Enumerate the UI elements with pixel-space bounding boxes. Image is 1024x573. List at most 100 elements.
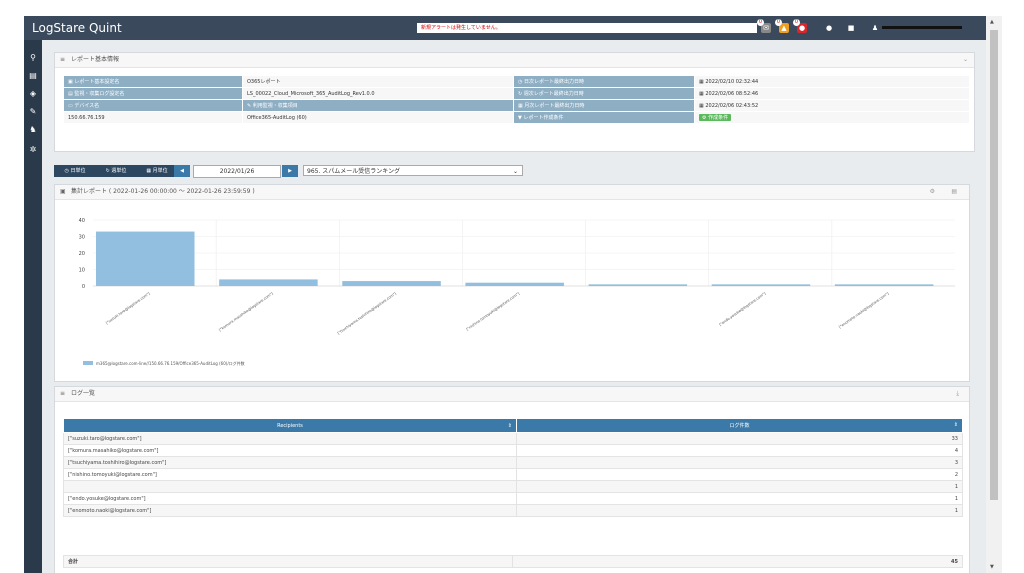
report-select[interactable]: 965. スパムメール受信ランキング ⌄ xyxy=(303,165,523,176)
gear-icon[interactable]: ✲ xyxy=(27,144,39,156)
log-table: Recipients ⇕ ログ件数 ⇕ ["suzuki.taro@logstare… xyxy=(63,418,963,517)
alert-icon[interactable]: ● 0 xyxy=(793,19,807,33)
sort-icon: ⇕ xyxy=(953,422,958,428)
gear-icon[interactable]: ⚙ xyxy=(930,185,935,199)
bar xyxy=(465,282,564,286)
x-tick-label: ["suzuki.taro@logstare.com"] xyxy=(105,291,151,325)
wrench-icon[interactable]: ✎ xyxy=(27,106,39,118)
legend-label: m365@logstare.com-line//150.66.76.159/Of… xyxy=(96,360,245,366)
info-label: ▼ レポート作成条件 xyxy=(513,111,695,124)
info-value: 150.66.76.159 xyxy=(63,111,243,124)
panel-header: ▣ 集計レポート ( 2022-01-26 00:00:00 ～ 2022-01… xyxy=(55,185,969,200)
info-label: ▤ 監視・収集ログ設定名 xyxy=(63,87,243,100)
table-row: ["komura.masahiko@logstare.com"] 4 xyxy=(63,444,963,457)
user-name-masked[interactable] xyxy=(882,26,962,29)
y-tick-label: 30 xyxy=(79,235,85,241)
bar xyxy=(834,284,934,286)
scroll-thumb[interactable] xyxy=(990,30,998,500)
chat-icon[interactable]: ■ xyxy=(846,23,856,33)
info-value: Office365-AuditLog (60) xyxy=(242,111,514,124)
info-value: ▦ 2022/02/06 08:52:46 xyxy=(694,87,970,100)
image-icon: ▣ xyxy=(60,188,66,195)
log-list-panel: ≡ ログ一覧 ⤓ Recipients ⇕ ログ件数 ⇕ ["suzuki.taro… xyxy=(54,386,970,573)
info-value: ▦ 2022/02/06 02:43:52 xyxy=(694,99,970,112)
export-icon[interactable]: ▤ xyxy=(951,185,957,199)
menu-icon: ≡ xyxy=(60,390,66,397)
chevron-down-icon[interactable]: ⌄ xyxy=(963,53,968,67)
top-bar: LogStare Quint 新規アラートは発生していません。 ✉ 0 ▲ 0 ● 0… xyxy=(24,16,986,40)
next-date-button[interactable]: ▶ xyxy=(282,165,298,177)
info-label: ↻ 週次レポート最終出力日時 xyxy=(513,87,695,100)
chevron-down-icon: ⌄ xyxy=(512,168,518,175)
x-tick-label: ["komura.masahiko@logstare.com"] xyxy=(218,291,274,332)
summary-panel: ▣ 集計レポート ( 2022-01-26 00:00:00 ～ 2022-01… xyxy=(54,184,970,382)
warning-icon[interactable]: ▲ 0 xyxy=(775,19,789,33)
panel-title: ログ一覧 xyxy=(71,390,96,397)
info-label: ◷ 日次レポート最終出力日時 xyxy=(513,75,695,88)
badge-count: 0 xyxy=(757,19,764,26)
mail-icon[interactable]: ✉ 0 xyxy=(757,19,771,33)
y-tick-label: 10 xyxy=(79,268,85,274)
total-row: 合計 45 xyxy=(63,555,963,568)
panel-header: ≡ ログ一覧 ⤓ xyxy=(55,387,969,402)
shield-icon[interactable]: ◈ xyxy=(27,88,39,100)
bar xyxy=(711,284,811,286)
bar-chart: 0 10 20 30 40 ["suzuki.taro@logstare.com"] ["k… xyxy=(79,218,955,366)
chart-icon[interactable]: ▤ xyxy=(27,70,39,82)
table-row: 1 xyxy=(63,480,963,493)
bar xyxy=(219,279,318,286)
scroll-up-icon[interactable]: ▲ xyxy=(990,19,994,25)
bar xyxy=(96,231,195,286)
info-value: O365レポート xyxy=(242,75,514,88)
app-title[interactable]: LogStare Quint xyxy=(32,21,122,35)
basic-info-panel: ≡ レポート基本情報 ⌄ ▣ レポート基本設定名 O365レポート ◷ 日次レポ… xyxy=(54,52,975,152)
table-row: ["endo.yosuke@logstare.com"] 1 xyxy=(63,492,963,505)
info-icon[interactable]: ● xyxy=(824,23,834,33)
bar xyxy=(588,284,688,286)
menu-icon: ≡ xyxy=(60,56,66,63)
x-tick-label: ["endo.yosuke@logstare.com"] xyxy=(718,291,766,327)
panel-header: ≡ レポート基本情報 ⌄ xyxy=(55,53,974,68)
panel-title: レポート基本情報 xyxy=(71,56,120,63)
badge-count: 0 xyxy=(775,19,782,26)
info-value: LS_00022_Cloud_Microsoft_365_AuditLog_Re… xyxy=(242,87,514,100)
scroll-down-icon[interactable]: ▼ xyxy=(990,564,994,570)
app-window: LogStare Quint 新規アラートは発生していません。 ✉ 0 ▲ 0 ● 0… xyxy=(24,16,1002,573)
prev-date-button[interactable]: ◀ xyxy=(174,165,190,177)
users-icon[interactable]: ♞ xyxy=(27,124,39,136)
alert-message[interactable]: 新規アラートは発生していません。 xyxy=(417,23,757,33)
badge-count: 0 xyxy=(793,19,800,26)
panel-title: 集計レポート ( 2022-01-26 00:00:00 ～ 2022-01-2… xyxy=(71,188,255,195)
column-header-count[interactable]: ログ件数 ⇕ xyxy=(516,418,963,433)
total-value: 45 xyxy=(512,555,963,568)
legend-swatch xyxy=(83,361,93,365)
weekly-button[interactable]: ↻ 週単位 xyxy=(96,165,136,177)
monthly-button[interactable]: ▦ 月単位 xyxy=(137,165,177,177)
x-tick-label: ["enomoto.naoki@logstare.com"] xyxy=(838,291,890,329)
sort-icon: ⇕ xyxy=(507,422,512,429)
y-tick-label: 0 xyxy=(82,284,85,290)
download-icon[interactable]: ⤓ xyxy=(956,387,959,401)
scrollbar[interactable]: ▲ ▼ xyxy=(986,16,1002,573)
bar xyxy=(342,281,441,286)
info-label: ▦ 月次レポート最終出力日時 xyxy=(513,99,695,112)
daily-button[interactable]: ◷ 日単位 xyxy=(56,165,94,177)
info-value: ⚙ 作成条件 xyxy=(694,111,970,124)
user-icon[interactable]: ♟ xyxy=(870,23,880,33)
column-header-recipients[interactable]: Recipients ⇕ xyxy=(63,418,517,433)
date-input[interactable]: 2022/01/26 xyxy=(193,165,281,178)
basic-info-table: ▣ レポート基本設定名 O365レポート ◷ 日次レポート最終出力日時 ▦ 20… xyxy=(63,75,970,124)
table-row: ["tsuchiyama.toshihiro@logstare.com"] 3 xyxy=(63,456,963,469)
search-icon[interactable]: ⚲ xyxy=(27,52,39,64)
info-label: ▭ デバイス名 xyxy=(63,99,243,112)
table-row: ["suzuki.taro@logstare.com"] 33 xyxy=(63,432,963,445)
condition-button[interactable]: ⚙ 作成条件 xyxy=(699,114,732,121)
info-label: ✎ 利用監視・収集項目 xyxy=(242,99,514,112)
y-tick-label: 20 xyxy=(79,251,85,257)
total-table: 合計 45 xyxy=(63,555,963,568)
y-tick-label: 40 xyxy=(79,218,85,224)
info-label: ▣ レポート基本設定名 xyxy=(63,75,243,88)
total-label: 合計 xyxy=(63,555,513,568)
info-value: ▦ 2022/02/10 02:32:44 xyxy=(694,75,970,88)
x-tick-label: ["tsuchiyama.toshihiro@logstare.com"] xyxy=(337,291,398,335)
